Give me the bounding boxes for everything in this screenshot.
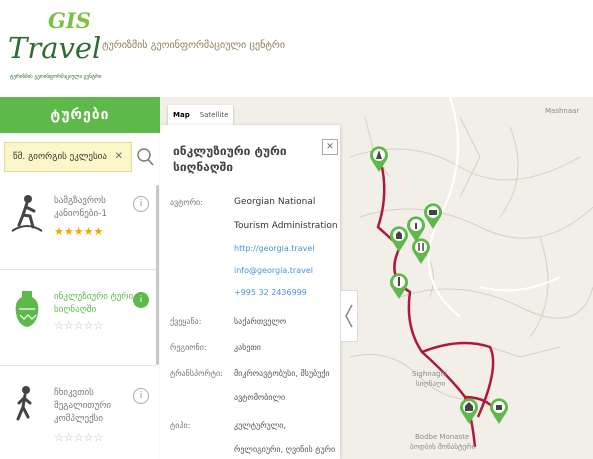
map-label-sighnaghi: Sighnaghi [412,370,447,378]
country-value: საქართველო [234,317,287,326]
clear-search-icon[interactable]: ✕ [115,151,123,162]
cafe-marker-icon[interactable] [488,397,510,425]
region-value: კახეთი [234,343,261,352]
search-row: წმ. გიორგის ეკლესია ✕ [4,142,157,172]
bus-marker-icon[interactable] [422,202,444,230]
sidebar-scrollbar[interactable] [156,185,159,365]
search-icon[interactable] [135,146,155,168]
panel-title: ინკლუზიური ტური სიღნაღში [173,144,287,174]
tower-marker-icon[interactable] [368,145,390,173]
transport-value: მიკროავტობუსი, მსუბუქი [234,369,330,378]
tours-sidebar: ტურები წმ. გიორგის ეკლესია ✕ სამგზავროს … [0,97,160,459]
tour-title: ჩხიკვთის მეგალითური კომპლექსი [54,388,112,424]
map-type-control: Map Satellite [168,105,234,125]
map-label-bodbe-ka: ბოდბის მონასტერი [410,443,476,451]
info-icon[interactable]: i [133,196,149,212]
logo-gis-text: GIS [48,8,91,33]
divider [0,365,156,366]
phone-link[interactable]: +995 32 2436999 [234,288,307,297]
close-panel-button[interactable]: ✕ [322,139,338,155]
type-value-line2: რელიგიური, ღვინის ტური [234,445,336,454]
website-link[interactable]: http://georgia.travel [234,244,315,253]
country-label: ქვეყანა: [170,317,202,326]
restaurant-marker-icon[interactable] [410,237,432,265]
logo-travel-text: Travel [8,31,102,65]
tour-title: სამგზავროს კანიონები-1 [54,196,108,219]
info-icon[interactable]: i [133,388,149,404]
tour-item-active[interactable]: ინკლუზიური ტური სიღნაღში i ☆☆☆☆☆ [0,281,156,353]
search-value: წმ. გიორგის ეკლესია [13,152,107,162]
tour-item[interactable]: ჩხიკვთის მეგალითური კომპლექსი i ☆☆☆☆☆ [0,377,156,449]
email-link[interactable]: info@georgia.travel [234,266,313,275]
site-logo[interactable]: GIS Travel ტურიზმის გეოინფორმაციული ცენტ… [8,8,102,88]
info-icon[interactable]: i [133,292,149,308]
search-input[interactable]: წმ. გიორგის ეკლესია ✕ [4,142,132,172]
canyon-hiker-icon [11,195,43,232]
megalith-hiker-icon [16,386,32,421]
collapse-panel-button[interactable] [340,290,358,342]
map-label-sighnaghi-ka: სიღნაღი [416,380,446,388]
region-label: რეგიონი: [170,343,207,352]
transport-value-line2: ავტომობილი [234,393,286,402]
tour-rating: ☆☆☆☆☆ [54,431,104,444]
type-value: კულტურული, [234,421,286,430]
author-value: Georgian National [234,197,316,207]
map-label-mashnaari: Mashnaar [545,107,580,115]
chevron-left-icon [345,304,353,328]
header-title: ტურიზმის გეოინფორმაციული ცენტრი [102,40,286,51]
header: GIS Travel ტურიზმის გეოინფორმაციული ცენტ… [0,0,593,98]
type-label: ტიპი: [170,421,191,430]
monument-marker-icon[interactable] [388,272,410,300]
logo-subtitle: ტურიზმის გეოინფორმაციული ცენტრი [10,74,102,80]
tour-title: ინკლუზიური ტური სიღნაღში [54,292,134,315]
tour-item[interactable]: სამგზავროს კანიონები-1 i ★★★★★ [0,185,156,257]
map-type-map[interactable]: Map [168,105,195,125]
tour-rating: ★★★★★ [54,225,104,238]
map-type-satellite[interactable]: Satellite [195,105,234,125]
divider [0,269,156,270]
author-value-line2: Tourism Administration [234,221,338,231]
map-label-bodbe: Bodbe Monaste [415,433,470,441]
monastery-marker-icon[interactable] [458,397,480,425]
sidebar-heading: ტურები [0,97,160,133]
transport-label: ტრანსპორტი: [170,369,223,378]
wine-jug-icon [15,291,39,327]
author-label: ავტორი: [170,198,203,207]
tour-rating: ☆☆☆☆☆ [54,319,104,332]
tour-detail-panel: ინკლუზიური ტური სიღნაღში ✕ ავტორი: Georg… [160,125,340,459]
